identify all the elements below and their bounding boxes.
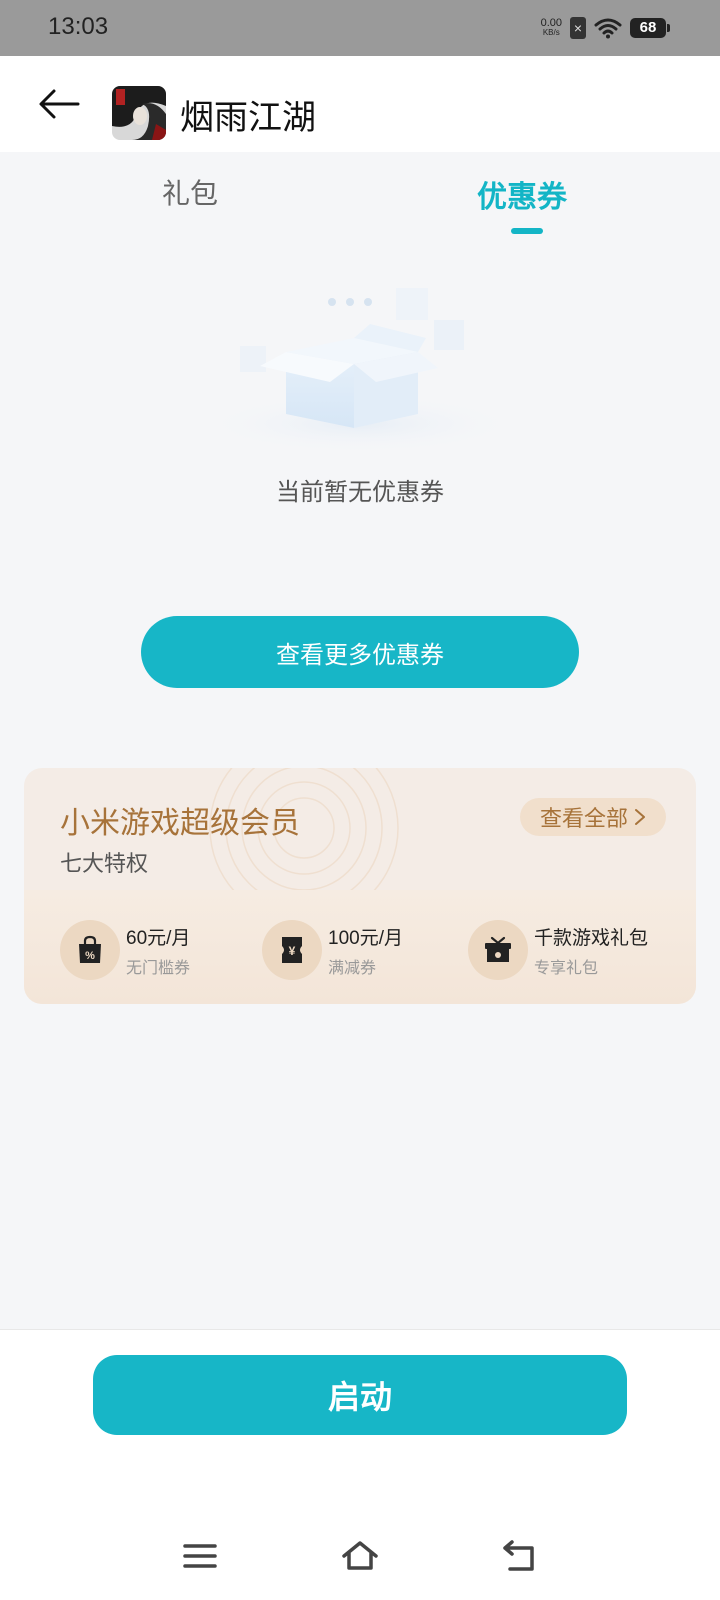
view-more-coupons-button[interactable]: 查看更多优惠券 <box>141 616 579 688</box>
game-title: 烟雨江湖 <box>180 98 316 138</box>
perk-item[interactable]: 千款游戏礼包 专享礼包 <box>468 920 648 980</box>
tab-coupon[interactable]: 优惠券 <box>477 172 567 216</box>
chevron-right-icon <box>635 809 645 825</box>
perk-main: 60元/月 <box>126 927 191 949</box>
vip-perks: % 60元/月 无门槛券 ¥ 100元/月 满减券 千款游戏礼包 专享礼包 <box>24 890 696 1004</box>
status-icons: 0.00 KB/s × 68 <box>541 14 670 42</box>
perk-main: 千款游戏礼包 <box>534 927 649 949</box>
tab-indicator <box>511 228 543 234</box>
vip-view-all-button[interactable]: 查看全部 <box>519 798 666 836</box>
empty-message: 当前暂无优惠券 <box>276 478 444 506</box>
tab-gift[interactable]: 礼包 <box>162 172 218 212</box>
bottom-bar: 启动 <box>0 1329 720 1600</box>
empty-box-illustration <box>200 288 520 454</box>
home-icon[interactable] <box>340 1536 380 1576</box>
back-arrow-icon[interactable] <box>38 86 82 122</box>
svg-text:¥: ¥ <box>289 944 296 958</box>
back-nav-icon[interactable] <box>500 1536 540 1576</box>
net-speed-value: 0.00 <box>540 17 562 29</box>
launch-button[interactable]: 启动 <box>93 1355 627 1435</box>
net-speed: 0.00 KB/s <box>541 18 562 38</box>
tab-bar: 礼包 优惠券 <box>0 152 720 242</box>
wifi-icon <box>594 18 622 39</box>
vip-card[interactable]: 小米游戏超级会员 七大特权 查看全部 % 60元/月 无门槛券 ¥ 100元/月… <box>24 768 696 1004</box>
perk-sub: 无门槛券 <box>126 957 191 977</box>
perk-main: 100元/月 <box>328 927 403 949</box>
status-bar: 13:03 0.00 KB/s × 68 <box>0 0 720 56</box>
battery-icon: 68 <box>630 18 670 38</box>
game-icon <box>112 86 166 140</box>
vip-title: 小米游戏超级会员 <box>60 806 300 841</box>
net-speed-unit: KB/s <box>542 28 560 37</box>
perk-item[interactable]: % 60元/月 无门槛券 <box>60 920 190 980</box>
yuan-ticket-icon: ¥ <box>262 920 322 980</box>
vip-view-all-label: 查看全部 <box>539 807 628 832</box>
perk-item[interactable]: ¥ 100元/月 满减券 <box>262 920 403 980</box>
discount-bag-icon: % <box>60 920 120 980</box>
perk-sub: 专享礼包 <box>534 957 599 977</box>
header: 烟雨江湖 <box>0 56 720 152</box>
gift-box-icon <box>468 920 528 980</box>
svg-text:%: % <box>85 950 95 962</box>
menu-icon[interactable] <box>180 1536 220 1576</box>
sim-off-icon: × <box>570 17 586 39</box>
status-time: 13:03 <box>48 13 109 40</box>
vip-subtitle: 七大特权 <box>60 852 149 877</box>
perk-sub: 满减券 <box>328 957 377 977</box>
